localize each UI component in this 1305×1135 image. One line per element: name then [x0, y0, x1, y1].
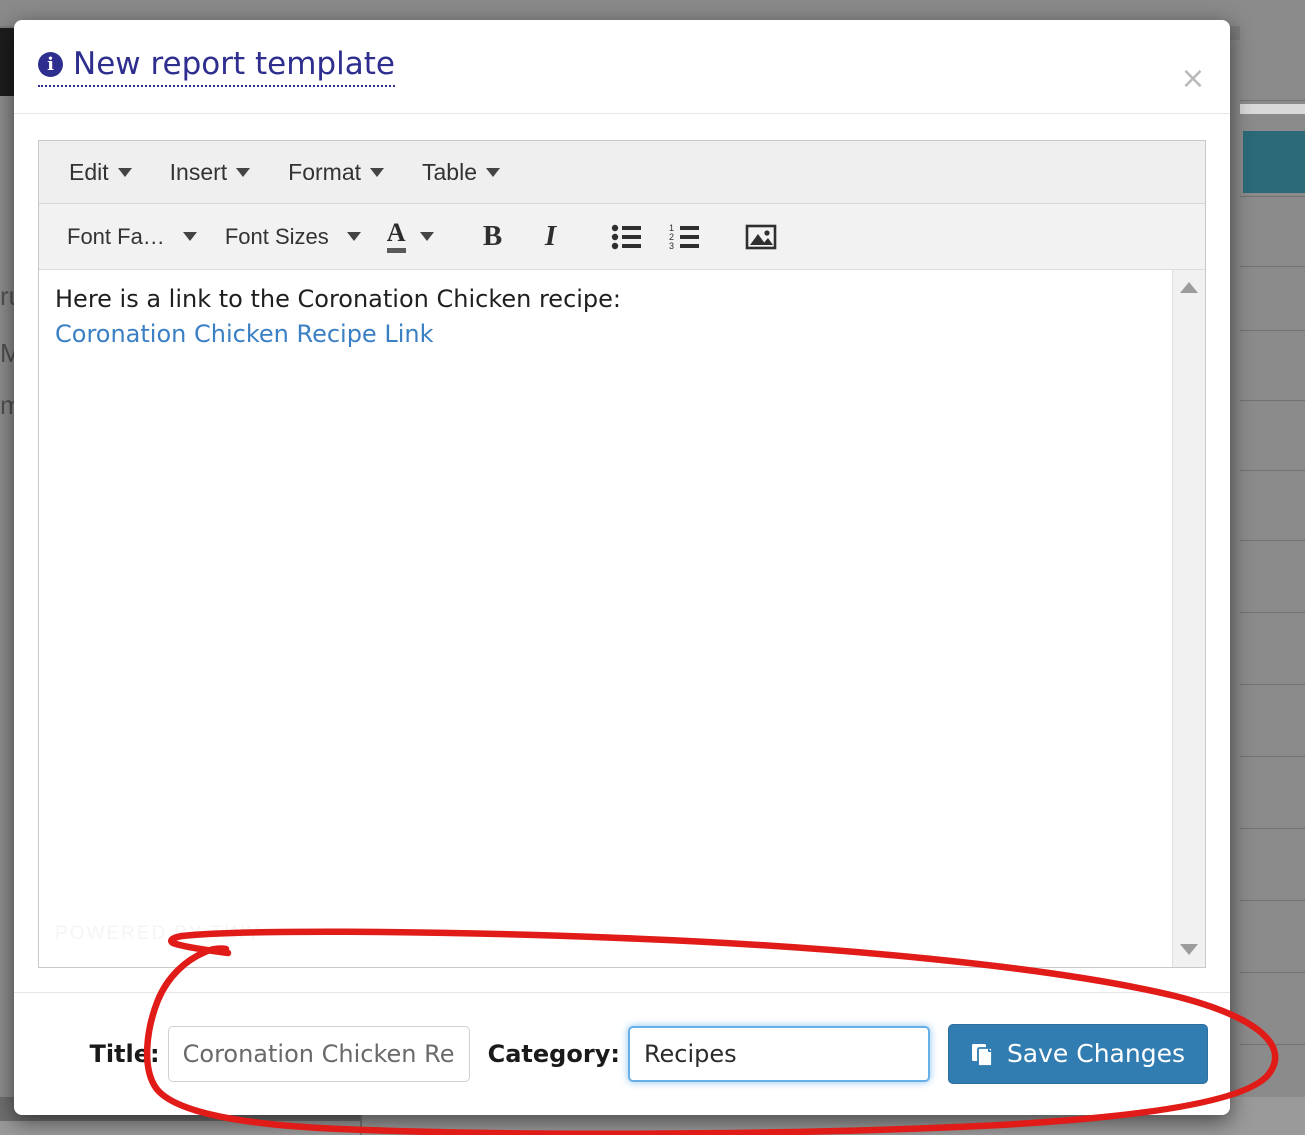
background-row-divider [1240, 100, 1305, 101]
save-copy-icon [971, 1041, 997, 1067]
background-selected-row [1243, 131, 1305, 193]
chevron-down-icon [347, 232, 361, 241]
background-table-header [1240, 104, 1305, 114]
background-row-divider [1240, 400, 1305, 401]
new-report-template-modal: i New report template × Edit Insert Form… [14, 20, 1230, 1115]
menu-item-label: Edit [69, 159, 109, 186]
menu-item-format[interactable]: Format [274, 153, 398, 192]
menu-item-label: Table [422, 159, 477, 186]
bullet-list-icon [611, 223, 643, 251]
bold-icon: B [483, 220, 502, 253]
background-row-divider [1240, 612, 1305, 613]
chevron-down-icon [118, 168, 132, 177]
background-row-divider [1240, 470, 1305, 471]
editor-vertical-scrollbar[interactable] [1172, 270, 1205, 967]
editor-text-body[interactable]: Here is a link to the Coronation Chicken… [39, 270, 1172, 967]
background-row-divider [1240, 330, 1305, 331]
editor-hyperlink[interactable]: Coronation Chicken Recipe Link [55, 317, 1156, 352]
svg-text:3: 3 [669, 241, 674, 251]
title-input[interactable] [168, 1026, 470, 1082]
category-input[interactable] [628, 1026, 930, 1082]
font-size-label: Font Sizes [225, 224, 329, 250]
chevron-down-icon [183, 232, 197, 241]
font-family-select[interactable]: Font Fa… [55, 219, 209, 255]
italic-icon: I [545, 220, 556, 253]
background-row-divider [1240, 828, 1305, 829]
bullet-list-button[interactable] [600, 214, 654, 260]
category-label: Category: [488, 1040, 620, 1068]
save-button-label: Save Changes [1007, 1039, 1185, 1068]
italic-button[interactable]: I [524, 214, 578, 260]
insert-image-button[interactable] [734, 214, 788, 260]
close-icon[interactable]: × [1176, 62, 1210, 96]
modal-title-text: New report template [73, 46, 395, 82]
page-title: i New report template [38, 46, 395, 87]
background-row-divider [1240, 756, 1305, 757]
chevron-down-icon [420, 232, 434, 241]
font-family-label: Font Fa… [67, 224, 165, 250]
editor-paragraph: Here is a link to the Coronation Chicken… [55, 282, 1156, 317]
menu-item-table[interactable]: Table [408, 153, 514, 192]
menu-item-edit[interactable]: Edit [55, 153, 146, 192]
modal-header: i New report template × [14, 20, 1230, 114]
info-circle-icon: i [38, 52, 63, 77]
background-row-divider [1240, 900, 1305, 901]
numbered-list-icon: 1 2 3 [669, 223, 701, 251]
background-row-divider [1240, 1044, 1305, 1045]
background-row-divider [1240, 196, 1305, 197]
modal-body: Edit Insert Format Table [14, 114, 1230, 992]
text-color-button[interactable]: A [377, 220, 444, 253]
chevron-down-icon [486, 168, 500, 177]
editor-content-area: Here is a link to the Coronation Chicken… [39, 270, 1205, 967]
editor-toolbar: Font Fa… Font Sizes A B I [39, 204, 1205, 270]
background-row-divider [1240, 684, 1305, 685]
title-label: Title: [89, 1040, 159, 1068]
bold-button[interactable]: B [466, 214, 520, 260]
scroll-up-icon[interactable] [1180, 282, 1198, 293]
scroll-down-icon[interactable] [1180, 944, 1198, 955]
insert-image-icon [745, 223, 777, 251]
numbered-list-button[interactable]: 1 2 3 [658, 214, 712, 260]
background-row-divider [1240, 266, 1305, 267]
background-row-divider [1240, 972, 1305, 973]
chevron-down-icon [236, 168, 250, 177]
modal-footer: Title: Category: Save Changes [14, 992, 1230, 1114]
menu-item-insert[interactable]: Insert [156, 153, 265, 192]
menu-item-label: Format [288, 159, 361, 186]
save-changes-button[interactable]: Save Changes [948, 1024, 1208, 1084]
editor-status-watermark: POWERED BY TINY [55, 923, 262, 945]
text-color-icon: A [387, 220, 406, 253]
editor-menubar: Edit Insert Format Table [39, 141, 1205, 204]
chevron-down-icon [370, 168, 384, 177]
font-size-select[interactable]: Font Sizes [213, 219, 373, 255]
menu-item-label: Insert [170, 159, 228, 186]
rich-text-editor: Edit Insert Format Table [38, 140, 1206, 968]
background-row-divider [1240, 540, 1305, 541]
